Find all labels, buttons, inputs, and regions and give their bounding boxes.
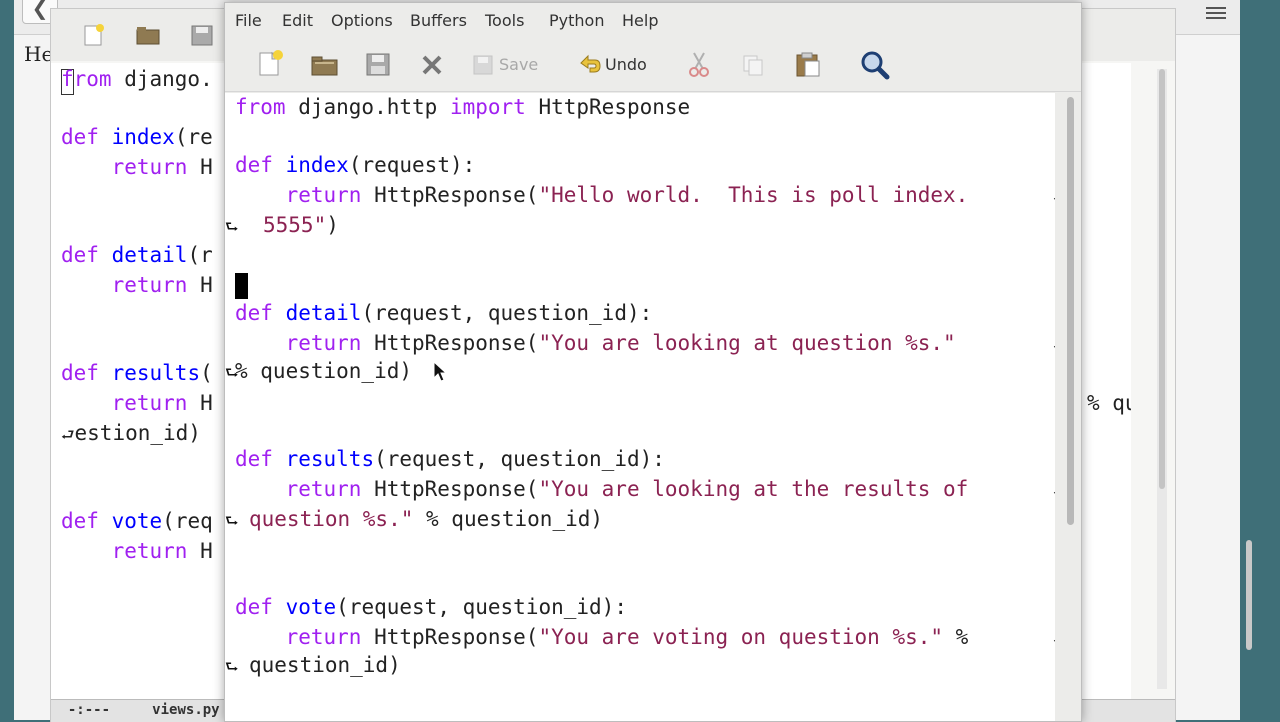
emacs-window: File Edit Options Buffers Tools Python H… bbox=[224, 2, 1082, 722]
save-file-icon[interactable] bbox=[363, 47, 393, 81]
code-line: return H bbox=[111, 391, 213, 415]
new-file-icon[interactable] bbox=[81, 23, 107, 47]
code-line-return-detail: return HttpResponse("You are looking at … bbox=[285, 331, 956, 355]
toolbar: Save Undo bbox=[225, 39, 1081, 92]
code-line: def detail(r bbox=[61, 243, 213, 267]
code-line-continuation: 5555") bbox=[263, 213, 339, 237]
menu-file[interactable]: File bbox=[235, 11, 262, 30]
code-line-def-vote: def vote(request, question_id): bbox=[235, 595, 627, 619]
code-line-return-index: return HttpResponse("Hello world. This i… bbox=[285, 183, 969, 207]
line-wrap-left-icon: ⮑ bbox=[225, 512, 239, 530]
code-line-continuation: question_id) bbox=[249, 653, 401, 677]
paste-clipboard-icon[interactable] bbox=[793, 47, 823, 81]
code-line-def-results: def results(request, question_id): bbox=[235, 447, 665, 471]
code-line-return-vote: return HttpResponse("You are voting on q… bbox=[285, 625, 969, 649]
modeline-status: -:--- bbox=[67, 702, 111, 718]
menu-edit[interactable]: Edit bbox=[282, 11, 313, 30]
menu-python[interactable]: Python bbox=[549, 11, 604, 30]
open-folder-icon[interactable] bbox=[309, 47, 339, 81]
search-icon[interactable] bbox=[859, 47, 891, 81]
code-line: def vote(req bbox=[61, 509, 213, 533]
modeline-buffer-name: views.py bbox=[152, 702, 220, 718]
code-line: return H bbox=[111, 155, 213, 179]
code-line-def-index: def index(request): bbox=[235, 153, 476, 177]
menu-bar: File Edit Options Buffers Tools Python H… bbox=[225, 3, 1081, 37]
code-line: return H bbox=[111, 273, 213, 297]
code-line-continuation: question %s." % question_id) bbox=[249, 507, 604, 531]
code-fragment: % qu⮑ bbox=[1087, 391, 1131, 415]
open-folder-icon[interactable] bbox=[135, 23, 161, 47]
text-cursor bbox=[235, 273, 248, 299]
code-line-return-results: return HttpResponse("You are looking at … bbox=[285, 477, 969, 501]
new-file-icon[interactable] bbox=[255, 47, 285, 81]
close-buffer-icon[interactable] bbox=[417, 47, 447, 81]
save-disabled-icon[interactable] bbox=[471, 47, 495, 81]
code-line: def index(re bbox=[61, 125, 213, 149]
line-wrap-right-icon: ⮐ bbox=[1053, 187, 1055, 212]
page-heading: He bbox=[24, 42, 54, 66]
line-wrap-left-icon: ⮑ bbox=[225, 658, 239, 676]
copy-icon[interactable] bbox=[739, 47, 767, 81]
undo-arrow-icon[interactable] bbox=[575, 47, 603, 81]
menu-tools[interactable]: Tools bbox=[485, 11, 524, 30]
cut-scissors-icon[interactable] bbox=[685, 47, 713, 81]
code-line: ⮐estion_id) bbox=[61, 421, 201, 445]
back-arrow-icon: ❮ bbox=[31, 0, 49, 20]
line-wrap-right-icon: ⮐ bbox=[1053, 481, 1055, 506]
menu-icon[interactable] bbox=[1206, 4, 1226, 22]
code-line: from django. bbox=[61, 67, 213, 91]
save-file-icon[interactable] bbox=[189, 23, 215, 47]
menu-options[interactable]: Options bbox=[331, 11, 393, 30]
mouse-pointer-icon bbox=[433, 361, 447, 382]
code-editor[interactable]: from django.http import HttpResponse def… bbox=[225, 93, 1055, 721]
undo-button[interactable]: Undo bbox=[605, 55, 647, 74]
code-line-import: from django.http import HttpResponse bbox=[235, 95, 691, 119]
line-wrap-right-icon: ⮐ bbox=[1053, 629, 1055, 654]
save-button[interactable]: Save bbox=[499, 55, 538, 74]
code-line-def-detail: def detail(request, question_id): bbox=[235, 301, 653, 325]
background-scrollbar-thumb[interactable] bbox=[1159, 69, 1165, 489]
code-line: def results( bbox=[61, 361, 213, 385]
line-wrap-left-icon: ⮑ bbox=[225, 218, 239, 236]
line-wrap-right-icon: ⮐ bbox=[1053, 335, 1055, 360]
browser-scrollbar[interactable] bbox=[1246, 540, 1252, 650]
menu-help[interactable]: Help bbox=[622, 11, 658, 30]
menu-buffers[interactable]: Buffers bbox=[410, 11, 467, 30]
code-line: return H bbox=[111, 539, 213, 563]
code-line-continuation: % question_id) bbox=[235, 359, 413, 383]
editor-scrollbar-thumb[interactable] bbox=[1067, 97, 1074, 525]
